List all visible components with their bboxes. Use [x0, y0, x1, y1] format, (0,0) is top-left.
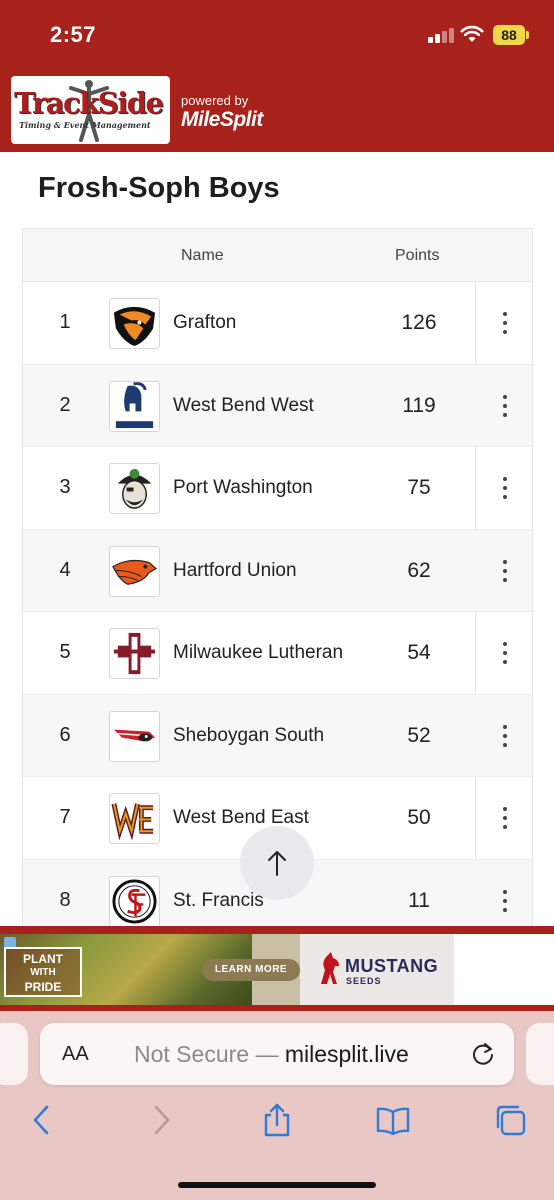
back-icon[interactable] — [25, 1103, 59, 1137]
more-options-icon[interactable] — [493, 721, 517, 751]
team-rank: 1 — [59, 311, 71, 333]
team-points: 54 — [407, 641, 431, 664]
table-row[interactable]: 2 West Bend West 119 — [23, 364, 532, 447]
team-rank: 2 — [59, 393, 71, 416]
ad-brand-sub: SEEDS — [346, 976, 382, 986]
ad-brand-name: MUSTANG — [345, 956, 439, 976]
ad-divider — [0, 926, 554, 934]
more-options-icon[interactable] — [493, 556, 517, 586]
table-row[interactable]: 1 Grafton 126 — [23, 282, 532, 365]
orange-hawk-logo-icon — [109, 545, 160, 597]
ad-plant-line: PRIDE — [24, 980, 62, 994]
team-points: 50 — [407, 806, 431, 829]
spartans-helmet-logo-icon — [109, 380, 160, 432]
table-row[interactable]: 5 Milwaukee Lutheran 54 — [23, 612, 532, 695]
address-bar[interactable]: AA Not Secure — milesplit.live — [40, 1023, 514, 1085]
logo-subtext: Timing & Event Management — [19, 120, 151, 130]
team-name[interactable]: Hartford Union — [173, 560, 297, 582]
team-scores-table: Name Points 1 Grafton 126 2 West Bend We… — [22, 228, 533, 928]
team-rank: 4 — [59, 558, 71, 581]
table-row[interactable]: 4 Hartford Union 62 — [23, 529, 532, 612]
home-indicator — [178, 1182, 376, 1188]
trackside-logo[interactable]: TrackSide Timing & Event Management — [11, 76, 170, 144]
team-rank: 6 — [59, 723, 71, 746]
forward-icon[interactable] — [144, 1103, 178, 1137]
browser-toolbar: AA Not Secure — milesplit.live — [0, 1011, 554, 1200]
more-options-icon[interactable] — [493, 308, 517, 338]
team-points: 62 — [407, 558, 431, 582]
team-name[interactable]: West Bend East — [173, 807, 309, 829]
previous-tab-preview[interactable] — [0, 1023, 28, 1085]
bookmarks-icon[interactable] — [376, 1103, 410, 1137]
status-time: 2:57 — [50, 22, 97, 47]
horse-icon — [321, 952, 339, 984]
learn-more-button[interactable]: LEARN MORE — [202, 959, 300, 981]
column-header-name[interactable]: Name — [181, 247, 224, 265]
team-points: 119 — [402, 393, 436, 417]
more-options-icon[interactable] — [493, 473, 517, 503]
more-options-icon[interactable] — [493, 803, 517, 833]
team-name[interactable]: Milwaukee Lutheran — [173, 642, 343, 664]
next-tab-preview[interactable] — [526, 1023, 554, 1085]
team-points: 11 — [408, 888, 430, 912]
cellular-signal-icon — [428, 27, 454, 43]
battery-indicator: 88 — [493, 25, 525, 45]
aa-label: AA — [62, 1043, 89, 1065]
url-domain: milesplit.live — [284, 1041, 409, 1067]
table-row[interactable]: 6 Sheboygan South 52 — [23, 694, 532, 777]
team-name[interactable]: West Bend West — [173, 395, 314, 417]
milesplit-logo[interactable]: MileSplit — [181, 108, 263, 132]
team-rank: 7 — [59, 806, 71, 828]
ad-plant-line: PLANT — [23, 952, 63, 966]
team-name[interactable]: Port Washington — [173, 477, 313, 499]
back-to-top-button[interactable] — [240, 826, 314, 900]
ad-banner[interactable]: PLANT WITH PRIDE LEARN MORE MUSTANG SEED… — [0, 934, 554, 1005]
url-text[interactable]: Not Secure — milesplit.live — [134, 1041, 409, 1068]
table-header: Name Points — [23, 229, 532, 282]
more-options-icon[interactable] — [493, 638, 517, 668]
table-row[interactable]: 3 Port Washington 75 — [23, 447, 532, 530]
team-points: 75 — [407, 476, 431, 499]
status-bar: 2:57 88 — [0, 0, 554, 66]
battery-tip — [526, 31, 529, 39]
ad-plant-line: WITH — [30, 967, 56, 978]
team-name[interactable]: St. Francis — [173, 890, 264, 912]
team-rank: 5 — [59, 641, 71, 663]
sf-monogram-logo-icon — [109, 875, 160, 927]
powered-by-label: powered by — [181, 93, 249, 108]
ad-plant-badge: PLANT WITH PRIDE — [4, 947, 82, 997]
column-header-points[interactable]: Points — [395, 247, 439, 265]
wifi-icon — [460, 25, 484, 42]
team-name[interactable]: Grafton — [173, 312, 236, 334]
reload-icon[interactable] — [470, 1041, 496, 1067]
tabs-icon[interactable] — [494, 1103, 528, 1137]
arrow-up-icon — [268, 851, 286, 876]
team-rank: 8 — [59, 888, 71, 911]
url-security-label: Not Secure — — [134, 1041, 285, 1067]
logo-text: TrackSide — [14, 86, 164, 120]
more-options-icon[interactable] — [493, 886, 517, 916]
team-points: 52 — [407, 723, 431, 747]
team-name[interactable]: Sheboygan South — [173, 725, 324, 747]
pirate-logo-icon — [109, 463, 160, 514]
cross-crest-logo-icon — [109, 628, 160, 679]
team-rank: 3 — [59, 476, 71, 498]
more-options-icon[interactable] — [493, 391, 517, 421]
share-icon[interactable] — [260, 1103, 294, 1137]
grafton-hawk-logo-icon — [109, 298, 160, 349]
reader-settings-button[interactable]: AA — [62, 1043, 89, 1066]
page-title: Frosh-Soph Boys — [38, 172, 280, 204]
team-points: 126 — [401, 311, 437, 334]
site-header: TrackSide Timing & Event Management powe… — [0, 66, 554, 152]
wbe-letters-logo-icon — [109, 793, 160, 844]
redwing-logo-icon — [109, 710, 160, 762]
